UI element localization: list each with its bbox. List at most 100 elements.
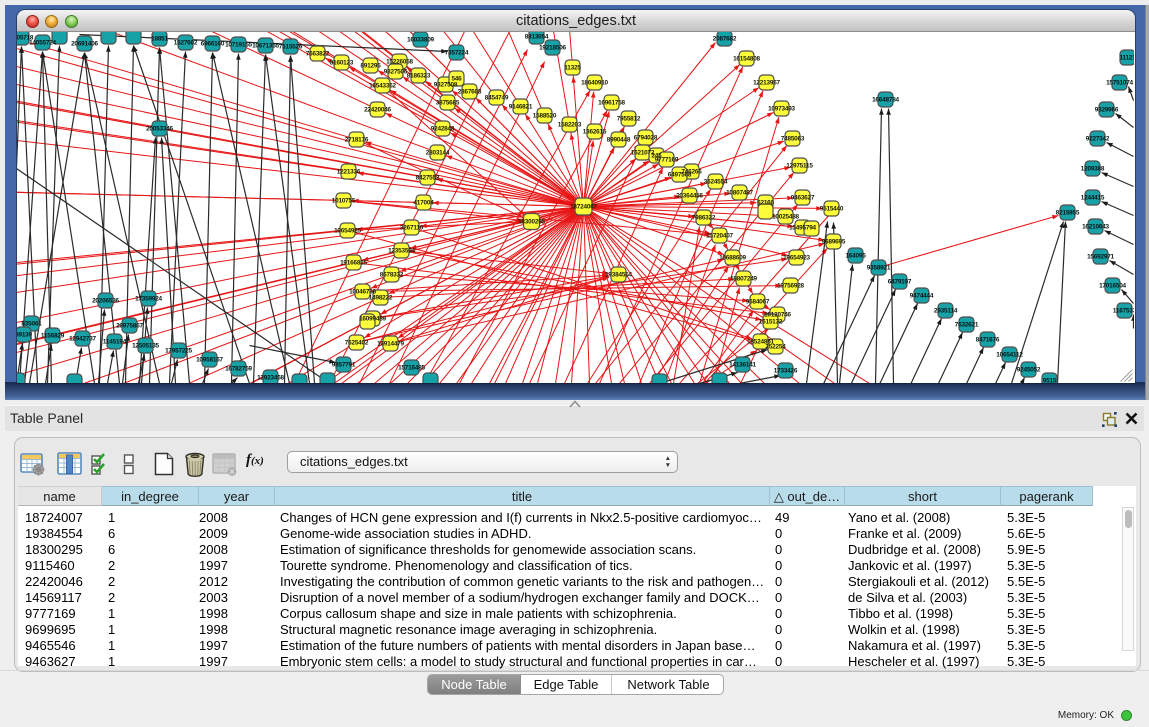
- svg-text:2935114: 2935114: [934, 308, 958, 315]
- svg-text:12975115: 12975115: [786, 163, 813, 170]
- svg-text:7515526: 7515526: [279, 44, 303, 51]
- svg-text:9689695: 9689695: [822, 239, 846, 246]
- svg-text:10973493: 10973493: [768, 106, 795, 113]
- svg-text:12353594: 12353594: [388, 248, 415, 255]
- svg-text:9474444: 9474444: [910, 293, 934, 300]
- svg-text:10719155: 10719155: [225, 42, 252, 49]
- svg-text:7357224: 7357224: [445, 50, 469, 57]
- svg-text:14136141: 14136141: [729, 362, 756, 369]
- svg-text:1615132: 1615132: [759, 319, 783, 326]
- svg-text:1527602: 1527602: [174, 40, 198, 47]
- svg-text:15495794: 15495794: [789, 225, 816, 232]
- svg-text:1145194: 1145194: [103, 339, 127, 346]
- svg-text:6794028: 6794028: [634, 135, 658, 142]
- svg-text:3624554: 3624554: [704, 179, 728, 186]
- svg-text:22420046: 22420046: [364, 107, 391, 114]
- svg-text:20206536: 20206536: [92, 298, 119, 305]
- svg-text:11121: 11121: [1119, 55, 1134, 62]
- svg-text:10025488: 10025488: [772, 214, 799, 221]
- svg-text:16782759: 16782759: [225, 366, 252, 373]
- svg-text:8813054: 8813054: [525, 34, 549, 41]
- svg-text:7632621: 7632621: [955, 322, 979, 329]
- svg-text:12942737: 12942737: [69, 336, 96, 343]
- svg-text:3875685: 3875685: [436, 100, 460, 107]
- svg-text:11325: 11325: [564, 65, 581, 72]
- svg-text:2087682: 2087682: [713, 36, 737, 43]
- svg-text:15751074: 15751074: [1106, 80, 1133, 87]
- svg-text:891295: 891295: [360, 63, 381, 70]
- svg-text:1167533: 1167533: [1113, 308, 1134, 315]
- svg-text:9777169: 9777169: [655, 157, 679, 164]
- svg-text:17957225: 17957225: [165, 348, 192, 355]
- svg-text:10807487: 10807487: [726, 190, 753, 197]
- svg-text:3267110: 3267110: [400, 225, 424, 232]
- svg-text:19218506: 19218506: [539, 45, 566, 52]
- svg-text:7485063: 7485063: [781, 136, 805, 143]
- svg-text:2867608: 2867608: [458, 89, 482, 96]
- svg-text:18807249: 18807249: [730, 276, 757, 283]
- svg-text:1362615: 1362615: [583, 129, 607, 136]
- svg-text:19756928: 19756928: [777, 283, 804, 290]
- svg-text:16648784: 16648784: [872, 97, 899, 104]
- svg-text:6966160: 6966160: [201, 41, 225, 48]
- svg-text:16210643: 16210643: [1082, 224, 1109, 231]
- svg-text:164095: 164095: [845, 253, 866, 260]
- svg-text:20364456: 20364456: [676, 193, 703, 200]
- svg-text:15226058: 15226058: [386, 59, 413, 66]
- svg-text:1156829: 1156829: [41, 333, 65, 340]
- svg-text:16120746: 16120746: [764, 312, 791, 319]
- svg-text:16099489: 16099489: [359, 316, 386, 323]
- svg-text:6479197: 6479197: [888, 279, 912, 286]
- svg-text:12505135: 12505135: [132, 343, 159, 350]
- svg-text:252254: 252254: [765, 344, 786, 351]
- svg-text:7955812: 7955812: [617, 116, 641, 123]
- svg-text:8427552: 8427552: [416, 175, 440, 182]
- svg-text:835061: 835061: [21, 321, 42, 328]
- svg-text:1733426: 1733426: [774, 368, 798, 375]
- svg-text:9515: 9515: [1043, 378, 1057, 383]
- svg-text:1244415: 1244415: [1081, 195, 1105, 202]
- svg-text:16033809: 16033809: [407, 37, 434, 44]
- svg-text:1582203: 1582203: [558, 122, 582, 129]
- svg-text:9146821: 9146821: [509, 104, 533, 111]
- svg-text:8471676: 8471676: [976, 337, 1000, 344]
- svg-text:10688609: 10688609: [719, 255, 746, 262]
- svg-text:15692971: 15692971: [1087, 254, 1114, 261]
- svg-text:18640910: 18640910: [581, 80, 608, 87]
- svg-text:39139: 39139: [17, 332, 33, 339]
- svg-text:9242848: 9242848: [431, 126, 455, 133]
- svg-text:7663822: 7663822: [306, 51, 330, 58]
- svg-text:12213967: 12213967: [753, 80, 780, 87]
- svg-text:9857791: 9857791: [332, 362, 356, 369]
- svg-text:17359924: 17359924: [135, 296, 162, 303]
- svg-text:9329966: 9329966: [1095, 107, 1119, 114]
- svg-text:546: 546: [451, 76, 462, 83]
- svg-text:16961758: 16961758: [598, 100, 625, 107]
- svg-text:19166825: 19166825: [340, 260, 367, 267]
- svg-text:9463627: 9463627: [791, 195, 815, 202]
- svg-text:15716485: 15716485: [398, 365, 425, 372]
- svg-text:1209388: 1209388: [1081, 166, 1105, 173]
- svg-text:417004: 417004: [413, 200, 434, 207]
- svg-text:62160: 62160: [757, 200, 774, 207]
- svg-text:8160123: 8160123: [330, 60, 354, 67]
- svg-text:9245052: 9245052: [1017, 367, 1041, 374]
- svg-text:1010755: 1010755: [332, 198, 356, 205]
- svg-text:6497568: 6497568: [668, 172, 692, 179]
- svg-text:18300295: 18300295: [518, 219, 545, 226]
- svg-text:1588520: 1588520: [533, 113, 557, 120]
- svg-text:9327506: 9327506: [384, 69, 408, 76]
- svg-text:9327508: 9327508: [434, 82, 458, 89]
- svg-text:7986322: 7986322: [692, 215, 716, 222]
- svg-text:16154808: 16154808: [733, 56, 760, 63]
- svg-text:18724007: 18724007: [570, 204, 597, 211]
- svg-text:10671355: 10671355: [252, 43, 279, 50]
- svg-text:1498222: 1498222: [369, 295, 393, 302]
- svg-text:20053346: 20053346: [146, 126, 173, 133]
- svg-text:2718176: 2718176: [345, 137, 369, 144]
- svg-text:8186323: 8186323: [407, 73, 431, 80]
- svg-text:19654925: 19654925: [334, 228, 361, 235]
- svg-text:18851: 18851: [151, 36, 168, 43]
- svg-text:9358921: 9358921: [867, 265, 891, 272]
- svg-text:8215955: 8215955: [1056, 210, 1080, 217]
